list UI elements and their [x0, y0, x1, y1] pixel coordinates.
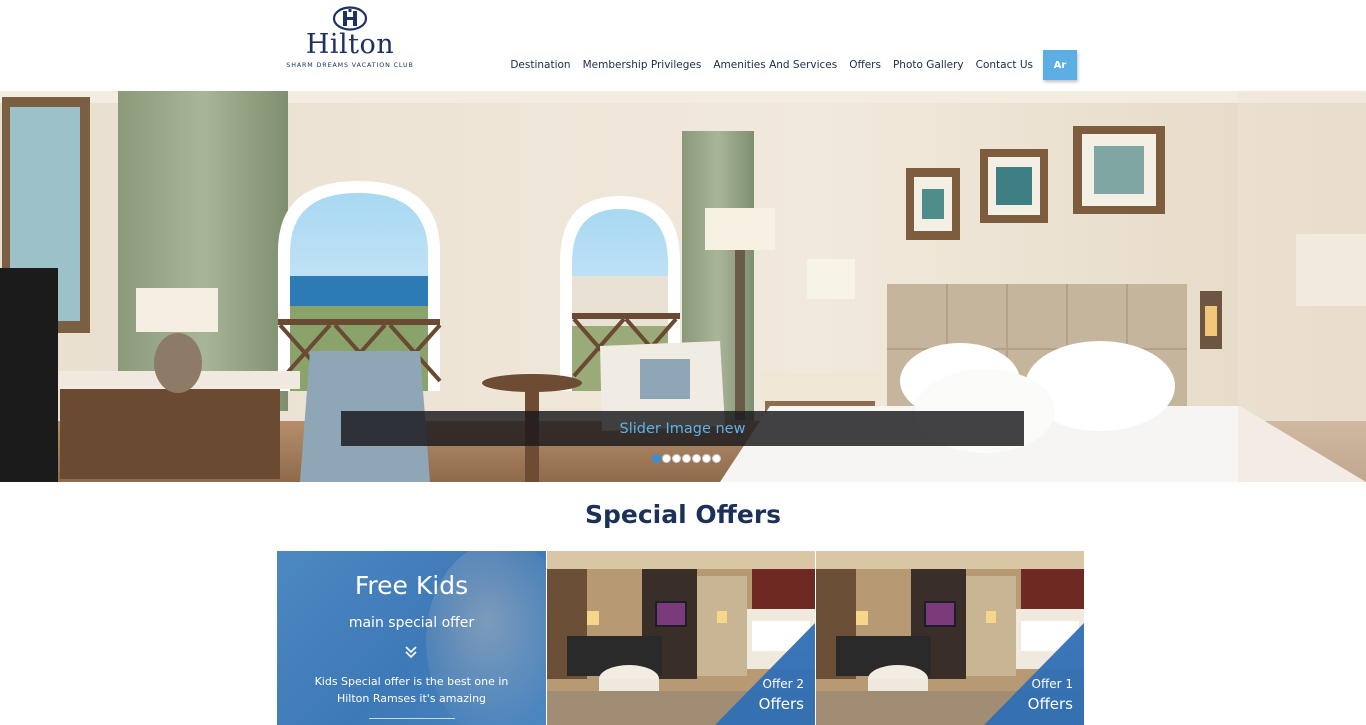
nav-destination[interactable]: Destination	[510, 59, 570, 71]
featured-offer-description: Kids Special offer is the best one in Hi…	[314, 675, 509, 705]
offer-card-2-category: Offers	[758, 695, 804, 713]
slider-pagination	[652, 454, 722, 463]
slider-dot-3[interactable]	[672, 454, 681, 463]
double-chevron-down-icon[interactable]	[404, 645, 418, 659]
featured-offer-subtitle: main special offer	[348, 615, 475, 631]
nav-contact-us[interactable]: Contact Us	[976, 59, 1033, 71]
logo-wordmark: Hilton	[305, 29, 395, 60]
site-header: Hilton SHARM DREAMS VACATION CLUB Destin…	[0, 0, 1366, 91]
main-nav: Destination Membership Privileges Amenit…	[510, 50, 1077, 80]
featured-offer-card[interactable]: Free Kids main special offer Kids Specia…	[277, 551, 546, 725]
slider-dot-1[interactable]	[652, 454, 661, 463]
slide-caption-bar: Slider Image new	[341, 411, 1024, 446]
offer-card-2-label: Offer 2	[762, 677, 804, 691]
language-arabic-button[interactable]: Ar	[1043, 50, 1077, 80]
slide-caption: Slider Image new	[619, 420, 746, 437]
hero-slider: Slider Image new	[0, 91, 1366, 482]
hilton-logo[interactable]: Hilton SHARM DREAMS VACATION CLUB	[280, 6, 420, 72]
hilton-emblem-icon	[332, 6, 368, 31]
slider-dot-7[interactable]	[712, 454, 721, 463]
offer-card-1[interactable]: Offer 1 Offers	[816, 551, 1084, 725]
offer-card-1-label: Offer 1	[1031, 677, 1073, 691]
slider-dot-5[interactable]	[692, 454, 701, 463]
nav-amenities-and-services[interactable]: Amenities And Services	[713, 59, 837, 71]
slider-dot-4[interactable]	[682, 454, 691, 463]
offer-card-1-category: Offers	[1027, 695, 1073, 713]
nav-membership-privileges[interactable]: Membership Privileges	[583, 59, 702, 71]
nav-offers[interactable]: Offers	[849, 59, 881, 71]
nav-photo-gallery[interactable]: Photo Gallery	[893, 59, 964, 71]
logo-subtitle: SHARM DREAMS VACATION CLUB	[286, 62, 414, 69]
slider-dot-2[interactable]	[662, 454, 671, 463]
divider	[369, 718, 455, 719]
special-offers-grid: Free Kids main special offer Kids Specia…	[277, 551, 1085, 725]
featured-offer-title: Free Kids	[354, 571, 469, 600]
offer-card-2[interactable]: Offer 2 Offers	[547, 551, 815, 725]
slider-dot-6[interactable]	[702, 454, 711, 463]
special-offers-title: Special Offers	[584, 500, 782, 529]
